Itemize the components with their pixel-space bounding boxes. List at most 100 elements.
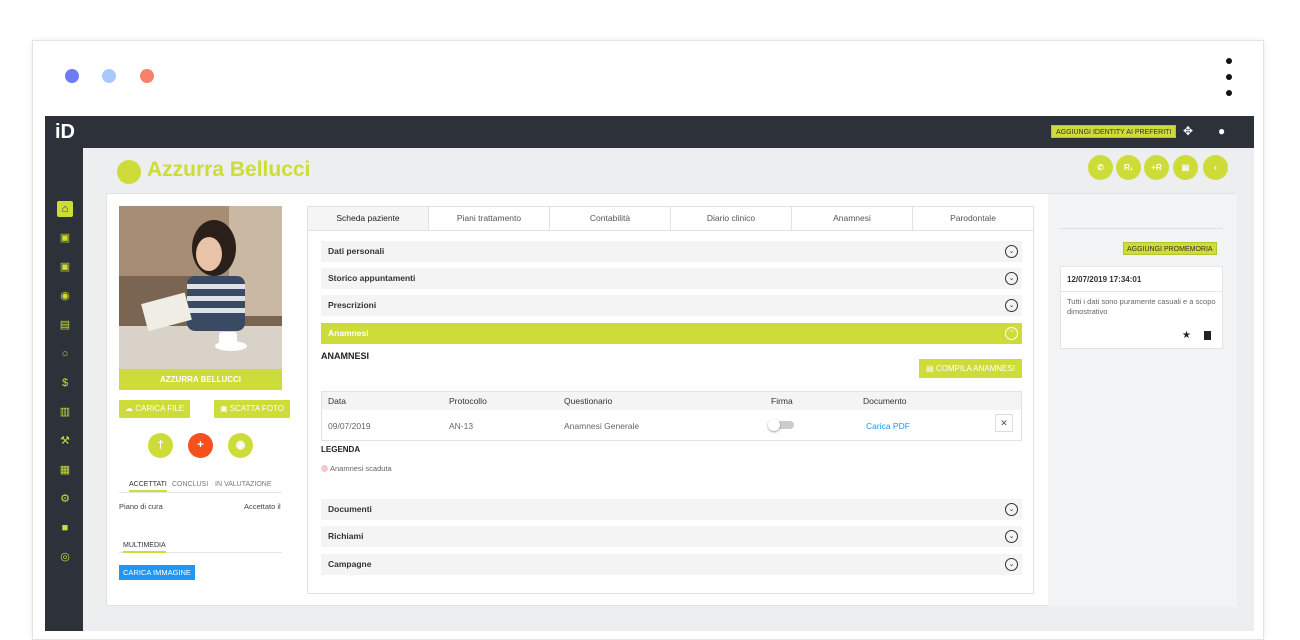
- treatment-subtabs: ACCETTATI CONCLUSI IN VALUTAZIONE: [119, 481, 282, 493]
- sidebar-item-settings[interactable]: ⚙: [57, 491, 73, 507]
- tab-contabilita[interactable]: Contabilità: [550, 207, 671, 230]
- accordion-campagne[interactable]: Campagne ⌄: [321, 554, 1022, 575]
- divider: [1060, 228, 1223, 229]
- plan-label: Piano di cura: [119, 502, 163, 511]
- accordion-prescrizioni[interactable]: Prescrizioni ⌄: [321, 295, 1022, 316]
- chevron-down-icon: ⌄: [1005, 299, 1018, 312]
- window-dot-lightblue: [102, 69, 116, 83]
- sidebar-item-fingerprint[interactable]: ◎: [57, 549, 73, 565]
- chevron-down-icon: ⌄: [1005, 503, 1018, 516]
- signature-toggle[interactable]: [768, 419, 796, 431]
- accordion-richiami[interactable]: Richiami ⌄: [321, 526, 1022, 547]
- whatsapp-button[interactable]: ✆: [1088, 155, 1113, 180]
- accordion-anamnesi[interactable]: Anamnesi ⌃: [321, 323, 1022, 344]
- upload-image-button[interactable]: CARICA IMMAGINE: [119, 565, 195, 580]
- cell-questionario: Anamnesi Generale: [564, 421, 640, 431]
- sidebar-item-home[interactable]: ⌂: [57, 201, 73, 217]
- collapse-button[interactable]: ‹: [1203, 155, 1228, 180]
- sidebar-item-archive[interactable]: ▦: [57, 462, 73, 478]
- sidebar-item-stats[interactable]: ▤: [57, 317, 73, 333]
- table-header: Data Protocollo Questionario Firma Docum…: [322, 392, 1021, 410]
- app-window: iD AGGIUNGI IDENTITY AI PREFERITI ✥ ● ⌂ …: [45, 116, 1254, 631]
- accordion-storico-appuntamenti[interactable]: Storico appuntamenti ⌄: [321, 268, 1022, 289]
- tab-piani-trattamento[interactable]: Piani trattamento: [429, 207, 550, 230]
- take-photo-button[interactable]: ▣ SCATTA FOTO: [214, 400, 291, 418]
- accordion-label: Dati personali: [328, 246, 385, 256]
- trash-icon[interactable]: [1204, 331, 1211, 340]
- kebab-menu-icon[interactable]: [1226, 58, 1232, 106]
- sidebar-item-refresh[interactable]: ○: [57, 346, 73, 362]
- cell-data: 09/07/2019: [328, 421, 371, 431]
- col-questionario: Questionario: [564, 396, 613, 406]
- col-firma: Firma: [771, 396, 793, 406]
- upload-file-button[interactable]: ☁ CARICA FILE: [119, 400, 191, 418]
- user-icon[interactable]: ●: [1218, 124, 1225, 138]
- add-reminder-button[interactable]: AGGIUNGI PROMEMORIA: [1123, 242, 1217, 255]
- patient-avatar-dot: [117, 160, 141, 184]
- accordion-label: Campagne: [328, 559, 372, 569]
- table-row: 09/07/2019 AN-13 Anamnesi Generale Caric…: [322, 410, 1021, 440]
- reminders-panel: AGGIUNGI PROMEMORIA 12/07/2019 17:34:01 …: [1048, 194, 1237, 607]
- reminder-timestamp: 12/07/2019 17:34:01: [1067, 275, 1142, 284]
- star-icon[interactable]: ★: [1182, 330, 1191, 341]
- cell-protocollo: AN-13: [449, 421, 474, 431]
- accordion-documenti[interactable]: Documenti ⌄: [321, 499, 1022, 520]
- anamnesi-table: Data Protocollo Questionario Firma Docum…: [321, 391, 1022, 441]
- main-panel: AZZURRA BELLUCCI ☁ CARICA FILE ▣ SCATTA …: [106, 193, 1237, 607]
- chevron-up-icon: ⌃: [1005, 327, 1018, 340]
- anamnesi-title: ANAMNESI: [321, 351, 370, 361]
- eye-icon[interactable]: ◉: [228, 433, 253, 458]
- tab-content: Dati personali ⌄ Storico appuntamenti ⌄ Pr…: [307, 230, 1034, 594]
- reminder-text: Tutti i dati sono puramente casuali e a …: [1067, 297, 1216, 316]
- tab-anamnesi[interactable]: Anamnesi: [792, 207, 913, 230]
- tab-parodontale[interactable]: Parodontale: [913, 207, 1033, 230]
- tab-scheda-paziente[interactable]: Scheda paziente: [308, 207, 429, 230]
- subtab-accettati[interactable]: ACCETTATI: [129, 481, 167, 492]
- accordion-dati-personali[interactable]: Dati personali ⌄: [321, 241, 1022, 262]
- patient-photo: [119, 206, 282, 369]
- sidebar-item-contacts[interactable]: ▣: [57, 259, 73, 275]
- legend-dot: [321, 465, 328, 472]
- upload-pdf-link[interactable]: Carica PDF: [866, 421, 910, 431]
- delete-row-button[interactable]: ✕: [995, 414, 1013, 432]
- add-recall-button[interactable]: +R: [1144, 155, 1169, 180]
- sidebar-item-user[interactable]: ◉: [57, 288, 73, 304]
- multimedia-tabs: MULTIMEDIA: [119, 541, 282, 553]
- chevron-down-icon: ⌄: [1005, 272, 1018, 285]
- legend-title: LEGENDA: [321, 445, 361, 454]
- fullscreen-icon[interactable]: ✥: [1183, 124, 1193, 138]
- col-documento: Documento: [863, 396, 907, 406]
- accepted-label: Accettato il: [244, 502, 281, 511]
- chevron-down-icon: ⌄: [1005, 530, 1018, 543]
- subtab-conclusi[interactable]: CONCLUSI: [172, 481, 208, 488]
- compile-anamnesi-button[interactable]: ▤ COMPILA ANAMNESI: [919, 359, 1022, 378]
- accordion-label: Documenti: [328, 504, 372, 514]
- divider: [1061, 291, 1222, 292]
- logo: iD: [55, 121, 75, 143]
- col-protocollo: Protocollo: [449, 396, 487, 406]
- legend-expired-label: Anamnesi scaduta: [330, 464, 392, 473]
- legend-expired: Anamnesi scaduta: [321, 464, 392, 473]
- take-photo-label: SCATTA FOTO: [229, 404, 285, 413]
- subtab-in-valutazione[interactable]: IN VALUTAZIONE: [215, 481, 272, 488]
- sidebar-item-calendar[interactable]: ▣: [57, 230, 73, 246]
- document-button[interactable]: ▤: [1173, 155, 1198, 180]
- tab-diario-clinico[interactable]: Diario clinico: [671, 207, 792, 230]
- recall-button[interactable]: R₁: [1116, 155, 1141, 180]
- sidebar: ⌂ ▣ ▣ ◉ ▤ ○ $ ▥ ⚒ ▦ ⚙ ■ ◎: [45, 148, 83, 631]
- sidebar-item-chart[interactable]: ▥: [57, 404, 73, 420]
- tooth-icon[interactable]: †: [148, 433, 173, 458]
- top-bar: iD AGGIUNGI IDENTITY AI PREFERITI ✥ ●: [45, 116, 1254, 148]
- accordion-label: Anamnesi: [328, 328, 369, 338]
- sidebar-item-dollar[interactable]: $: [57, 375, 73, 391]
- accordion-label: Storico appuntamenti: [328, 273, 416, 283]
- accordion-label: Prescrizioni: [328, 300, 377, 310]
- tab-multimedia[interactable]: MULTIMEDIA: [123, 542, 166, 553]
- col-data: Data: [328, 396, 346, 406]
- window-dot-orange: [140, 69, 154, 83]
- sidebar-item-tools[interactable]: ⚒: [57, 433, 73, 449]
- medical-plus-icon[interactable]: +: [188, 433, 213, 458]
- add-favorites-button[interactable]: AGGIUNGI IDENTITY AI PREFERITI: [1051, 125, 1177, 138]
- sidebar-item-lock[interactable]: ■: [57, 520, 73, 536]
- chevron-down-icon: ⌄: [1005, 245, 1018, 258]
